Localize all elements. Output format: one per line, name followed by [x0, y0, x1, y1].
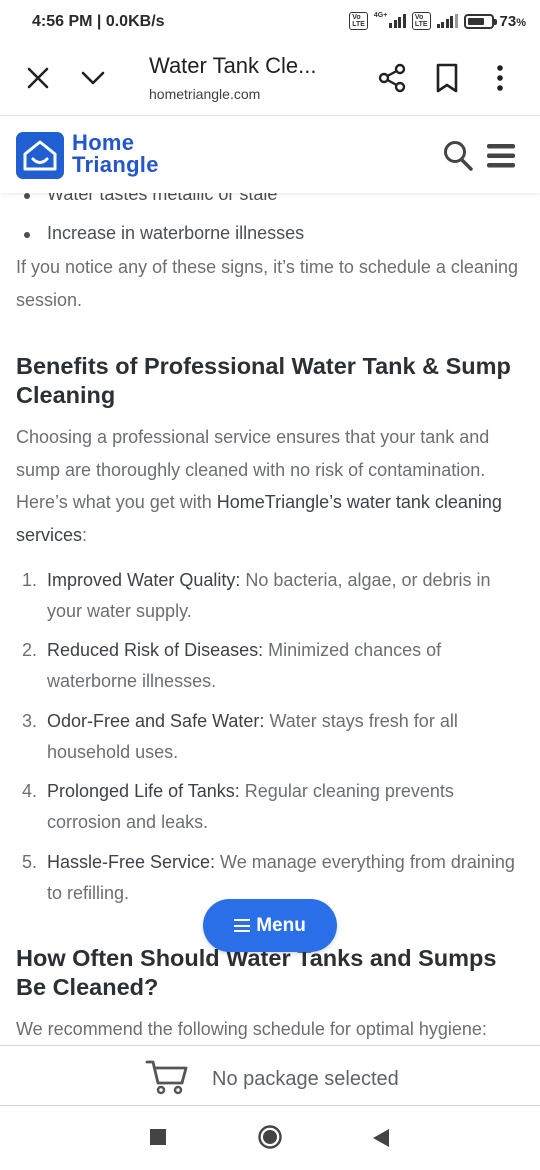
hamburger-menu-icon[interactable]	[487, 143, 515, 169]
benefits-paragraph: Choosing a professional service ensures …	[16, 427, 502, 545]
status-icons: Vo LTE 4G+ Vo LTE 73%	[349, 12, 526, 30]
volte-icon-2: Vo LTE	[411, 12, 431, 30]
benefits-heading: Benefits of Professional Water Tank & Su…	[16, 353, 511, 408]
logo-wordmark[interactable]: Home Triangle	[72, 132, 159, 176]
page-title: Water Tank Cle...	[149, 53, 317, 78]
status-time: 4:56 PM | 0.0KB/s	[32, 13, 165, 30]
benefit-item-2: 2. Reduced Risk of Diseases: Minimized c…	[22, 640, 442, 691]
browser-toolbar: Water Tank Cle... hometriangle.com	[0, 44, 540, 116]
frequency-paragraph: We recommend the following schedule for …	[16, 1019, 487, 1039]
benefit-item-4: 4. Prolonged Life of Tanks: Regular clea…	[22, 781, 454, 832]
frequency-heading: How Often Should Water Tanks and Sumps B…	[16, 945, 497, 1000]
home-button[interactable]	[258, 1125, 282, 1149]
page-url[interactable]: hometriangle.com	[149, 86, 260, 102]
floating-menu-label: Menu	[256, 914, 306, 936]
floating-menu-button[interactable]: Menu	[203, 899, 337, 952]
more-vert-icon[interactable]	[492, 62, 508, 94]
cart-icon	[145, 1060, 188, 1095]
menu-icon	[234, 919, 251, 932]
signal-icon-2	[436, 14, 458, 28]
back-button[interactable]	[372, 1128, 390, 1148]
list-item: Increase in waterborne illnesses	[24, 223, 304, 244]
signal-icon	[389, 14, 406, 28]
volte-icon: Vo LTE	[349, 12, 368, 30]
status-bar: 4:56 PM | 0.0KB/s Vo LTE 4G+ Vo LTE 73%	[0, 0, 540, 44]
site-header: Home Triangle	[0, 117, 540, 193]
close-icon[interactable]	[24, 64, 52, 92]
system-navigation-bar	[0, 1106, 540, 1170]
signs-paragraph: If you notice any of these signs, it’s t…	[16, 257, 518, 310]
battery-percent: 73%	[499, 12, 526, 30]
search-icon[interactable]	[442, 139, 474, 173]
package-status-text: No package selected	[212, 1068, 399, 1090]
chevron-down-icon[interactable]	[78, 64, 108, 92]
hometriangle-logo-icon[interactable]	[16, 132, 64, 179]
bookmark-icon[interactable]	[434, 62, 460, 94]
benefit-item-1: 1. Improved Water Quality: No bacteria, …	[22, 570, 491, 621]
battery-icon	[463, 13, 497, 29]
network-type-label: 4G+	[373, 12, 388, 19]
package-bar[interactable]: No package selected	[0, 1045, 540, 1106]
recents-button[interactable]	[150, 1129, 166, 1145]
benefit-item-3: 3. Odor-Free and Safe Water: Water stays…	[22, 711, 458, 762]
share-icon[interactable]	[376, 62, 408, 94]
